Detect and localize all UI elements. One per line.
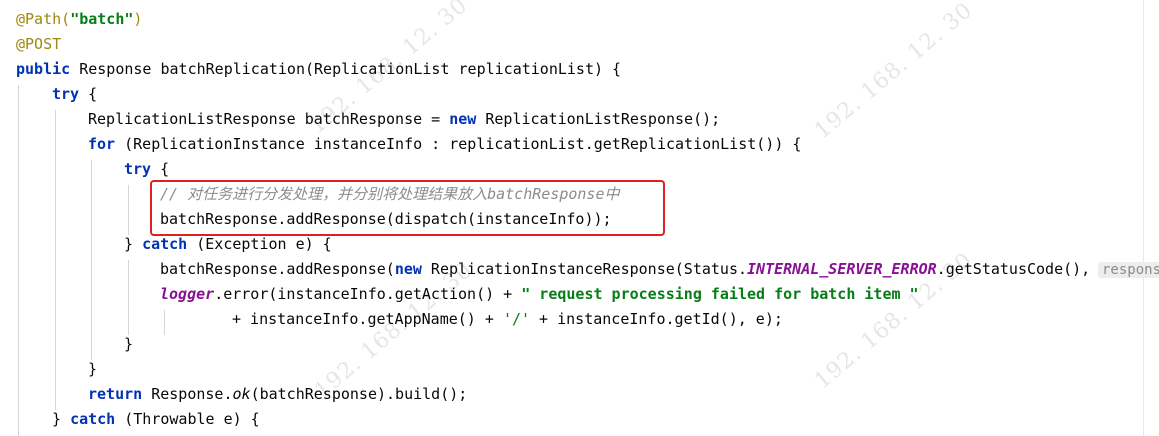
parameter-hint: respons <box>1098 257 1159 282</box>
keyword: return <box>88 385 143 403</box>
char-literal: '/' <box>502 310 531 328</box>
code-editor[interactable]: 192. 168. 12. 30 192. 168. 12. 30 192. 1… <box>0 0 1159 436</box>
keyword: new <box>394 260 422 278</box>
code-line[interactable]: return Response.ok(batchResponse).build(… <box>88 382 467 407</box>
static-constant: INTERNAL_SERVER_ERROR <box>747 260 937 278</box>
code-text: (Exception e) { <box>187 235 332 253</box>
watermark: 192. 168. 12. 30 <box>810 0 978 145</box>
code-text: .getStatusCode(), <box>936 260 1091 278</box>
string-literal: " request processing failed for batch it… <box>521 285 919 303</box>
code-text: } <box>124 235 143 253</box>
indent-guide <box>18 85 19 436</box>
code-text: .error(instanceInfo.getAction() + <box>214 285 522 303</box>
code-text: Response. <box>142 385 233 403</box>
keyword: for <box>88 135 116 153</box>
code-text: ReplicationListResponse(); <box>476 110 721 128</box>
inlay-hint: respons <box>1098 262 1159 278</box>
code-text: { <box>79 85 98 103</box>
annotation: @POST <box>16 35 62 53</box>
code-line[interactable]: for (ReplicationInstance instanceInfo : … <box>88 132 801 157</box>
code-line[interactable]: ReplicationListResponse batchResponse = … <box>88 107 720 132</box>
code-text: ReplicationInstanceResponse(Status. <box>421 260 748 278</box>
code-line[interactable]: @POST <box>16 32 61 57</box>
code-text: } <box>124 335 134 353</box>
highlight-box <box>150 180 665 236</box>
code-text: (Throwable e) { <box>115 410 260 428</box>
code-text: (batchResponse).build(); <box>250 385 468 403</box>
code-line[interactable]: try { <box>52 82 97 107</box>
code-text: { <box>151 160 170 178</box>
code-line[interactable]: + instanceInfo.getAppName() + '/' + inst… <box>232 307 783 332</box>
code-line[interactable]: batchResponse.addResponse(new Replicatio… <box>160 257 1090 282</box>
code-line[interactable]: } <box>124 332 133 357</box>
code-text: batchResponse.addResponse( <box>160 260 395 278</box>
code-text: + instanceInfo.getAppName() + <box>232 310 503 328</box>
annotation: ) <box>133 10 143 28</box>
string-literal: "batch" <box>70 10 134 28</box>
code-text: ReplicationListResponse batchResponse = <box>88 110 450 128</box>
indent-guide <box>128 260 129 335</box>
code-line[interactable]: try { <box>124 157 169 182</box>
indent-guide <box>128 185 129 235</box>
code-line[interactable]: logger.error(instanceInfo.getAction() + … <box>160 282 919 307</box>
keyword: try <box>124 160 152 178</box>
code-text: } <box>88 360 98 378</box>
keyword: new <box>449 110 477 128</box>
indent-guide <box>55 110 56 410</box>
code-text: (ReplicationInstance instanceInfo : repl… <box>115 135 802 153</box>
annotation: @Path( <box>16 10 71 28</box>
code-text: Response batchReplication(ReplicationLis… <box>70 60 622 78</box>
keyword: try <box>52 85 80 103</box>
field-reference: logger <box>160 285 215 303</box>
code-line[interactable]: } catch (Throwable e) { <box>52 407 260 432</box>
indent-guide <box>91 160 92 360</box>
keyword: public <box>16 60 71 78</box>
code-line[interactable]: public Response batchReplication(Replica… <box>16 57 621 82</box>
static-method: ok <box>232 385 251 403</box>
code-text: + instanceInfo.getId(), e); <box>530 310 783 328</box>
keyword: catch <box>70 410 116 428</box>
indent-guide <box>164 310 165 335</box>
keyword: catch <box>142 235 188 253</box>
code-text: } <box>52 410 71 428</box>
code-line[interactable]: @Path("batch") <box>16 7 142 32</box>
right-margin-guide <box>1143 0 1144 436</box>
code-line[interactable]: } <box>88 357 97 382</box>
